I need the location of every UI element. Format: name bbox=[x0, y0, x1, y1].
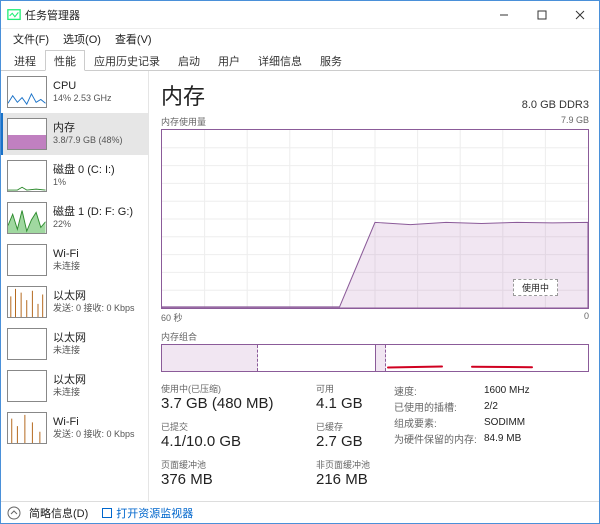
chart-ymax: 7.9 GB bbox=[561, 115, 589, 128]
sidebar-item-detail: 未连接 bbox=[53, 261, 80, 272]
sidebar-item-detail: 3.8/7.9 GB (48%) bbox=[53, 135, 123, 146]
sidebar-item-detail: 14% 2.53 GHz bbox=[53, 93, 112, 104]
maximize-button[interactable] bbox=[523, 1, 561, 29]
stats-grid: 使用中(已压缩)3.7 GB (480 MB) 已提交4.1/10.0 GB 页… bbox=[161, 382, 589, 488]
sidebar-item-eth2[interactable]: 以太网未连接 bbox=[1, 365, 148, 407]
kv-key: 为硬件保留的内存: bbox=[394, 431, 484, 446]
stat-label: 页面缓冲池 bbox=[161, 458, 316, 471]
fewer-details-button[interactable]: 简略信息(D) bbox=[29, 505, 88, 521]
tab-startup[interactable]: 启动 bbox=[169, 50, 209, 71]
sidebar-item-disk0[interactable]: 磁盘 0 (C: I:)1% bbox=[1, 155, 148, 197]
stat-value: 3.7 GB (480 MB) bbox=[161, 395, 316, 412]
stat-value: 2.7 GB bbox=[316, 433, 394, 450]
open-resmon-link[interactable]: 打开资源监视器 bbox=[102, 505, 193, 521]
stat-label: 可用 bbox=[316, 382, 394, 395]
sidebar-item-cpu[interactable]: CPU14% 2.53 GHz bbox=[1, 71, 148, 113]
page-title: 内存 bbox=[161, 79, 205, 111]
sidebar-item-detail: 未连接 bbox=[53, 387, 86, 398]
sidebar-item-detail: 发送: 0 接收: 0 Kbps bbox=[53, 429, 135, 440]
memory-spec: 8.0 GB DDR3 bbox=[522, 99, 589, 111]
eth-sparkline bbox=[7, 286, 47, 318]
sidebar-item-disk1[interactable]: 磁盘 1 (D: F: G:)22% bbox=[1, 197, 148, 239]
chevron-up-icon[interactable] bbox=[7, 506, 21, 520]
menubar: 文件(F) 选项(O) 查看(V) bbox=[1, 29, 599, 49]
sidebar-item-label: Wi-Fi bbox=[53, 416, 135, 429]
tab-details[interactable]: 详细信息 bbox=[249, 50, 311, 71]
content: CPU14% 2.53 GHz 内存3.8/7.9 GB (48%) 磁盘 0 … bbox=[1, 71, 599, 501]
stat-label: 非页面缓冲池 bbox=[316, 458, 394, 471]
wifi-sparkline bbox=[7, 244, 47, 276]
disk-sparkline bbox=[7, 160, 47, 192]
taskmgr-icon bbox=[7, 8, 21, 22]
menu-options[interactable]: 选项(O) bbox=[57, 30, 107, 48]
slots-label: 内存组合 bbox=[161, 330, 589, 343]
kv-val: 1600 MHz bbox=[484, 385, 530, 396]
sidebar-item-wifi2[interactable]: Wi-Fi发送: 0 接收: 0 Kbps bbox=[1, 407, 148, 449]
tab-services[interactable]: 服务 bbox=[311, 50, 351, 71]
chart-xmax: 0 bbox=[584, 311, 589, 324]
stat-label: 已缓存 bbox=[316, 420, 394, 433]
stat-label: 已提交 bbox=[161, 420, 316, 433]
eth-sparkline bbox=[7, 328, 47, 360]
menu-file[interactable]: 文件(F) bbox=[7, 30, 55, 48]
sidebar-item-eth1[interactable]: 以太网未连接 bbox=[1, 323, 148, 365]
stat-label: 使用中(已压缩) bbox=[161, 382, 316, 395]
menu-view[interactable]: 查看(V) bbox=[109, 30, 158, 48]
memory-usage-chart: 使用中 bbox=[161, 129, 589, 309]
sidebar-item-label: 以太网 bbox=[53, 290, 135, 303]
kv-key: 已使用的插槽: bbox=[394, 399, 484, 414]
sidebar-item-label: 磁盘 0 (C: I:) bbox=[53, 164, 115, 177]
sidebar-item-memory[interactable]: 内存3.8/7.9 GB (48%) bbox=[1, 113, 148, 155]
tab-apphistory[interactable]: 应用历史记录 bbox=[85, 50, 169, 71]
close-button[interactable] bbox=[561, 1, 599, 29]
cpu-sparkline bbox=[7, 76, 47, 108]
memory-details: 速度:1600 MHz 已使用的插槽:2/2 组成要素:SODIMM 为硬件保留… bbox=[394, 382, 530, 488]
resmon-icon bbox=[102, 508, 112, 518]
eth-sparkline bbox=[7, 370, 47, 402]
stat-value: 4.1 GB bbox=[316, 395, 394, 412]
tab-performance[interactable]: 性能 bbox=[45, 50, 85, 71]
main-panel: 内存 8.0 GB DDR3 内存使用量 7.9 GB bbox=[149, 71, 599, 501]
tab-users[interactable]: 用户 bbox=[209, 50, 249, 71]
sidebar-item-detail: 未连接 bbox=[53, 345, 86, 356]
titlebar: 任务管理器 bbox=[1, 1, 599, 29]
mem-sparkline bbox=[7, 118, 47, 150]
sidebar-item-detail: 22% bbox=[53, 219, 133, 230]
sidebar-item-label: 以太网 bbox=[53, 332, 86, 345]
kv-val: 2/2 bbox=[484, 401, 498, 412]
sidebar-item-label: 磁盘 1 (D: F: G:) bbox=[53, 206, 133, 219]
stat-value: 4.1/10.0 GB bbox=[161, 433, 316, 450]
sidebar-item-label: 以太网 bbox=[53, 374, 86, 387]
disk-sparkline bbox=[7, 202, 47, 234]
sidebar-item-label: 内存 bbox=[53, 122, 123, 135]
sidebar-item-wifi[interactable]: Wi-Fi未连接 bbox=[1, 239, 148, 281]
chart-annotation: 使用中 bbox=[513, 279, 558, 296]
sidebar-item-detail: 发送: 0 接收: 0 Kbps bbox=[53, 303, 135, 314]
stat-value: 376 MB bbox=[161, 471, 316, 488]
slot-0 bbox=[162, 345, 376, 371]
sidebar-item-detail: 1% bbox=[53, 177, 115, 188]
wifi-sparkline bbox=[7, 412, 47, 444]
perf-sidebar: CPU14% 2.53 GHz 内存3.8/7.9 GB (48%) 磁盘 0 … bbox=[1, 71, 149, 501]
sidebar-item-label: Wi-Fi bbox=[53, 248, 80, 261]
minimize-button[interactable] bbox=[485, 1, 523, 29]
kv-key: 组成要素: bbox=[394, 415, 484, 430]
chart-xmin: 60 秒 bbox=[161, 311, 183, 324]
sidebar-item-label: CPU bbox=[53, 80, 112, 93]
sidebar-item-eth0[interactable]: 以太网发送: 0 接收: 0 Kbps bbox=[1, 281, 148, 323]
tab-processes[interactable]: 进程 bbox=[5, 50, 45, 71]
tab-bar: 进程 性能 应用历史记录 启动 用户 详细信息 服务 bbox=[1, 49, 599, 71]
kv-key: 速度: bbox=[394, 383, 484, 398]
window-title: 任务管理器 bbox=[25, 7, 485, 23]
stat-value: 216 MB bbox=[316, 471, 394, 488]
chart-label: 内存使用量 bbox=[161, 115, 206, 128]
kv-val: SODIMM bbox=[484, 417, 525, 428]
footer-bar: 简略信息(D) 打开资源监视器 bbox=[1, 501, 599, 523]
kv-val: 84.9 MB bbox=[484, 433, 521, 444]
resmon-label: 打开资源监视器 bbox=[116, 505, 193, 521]
